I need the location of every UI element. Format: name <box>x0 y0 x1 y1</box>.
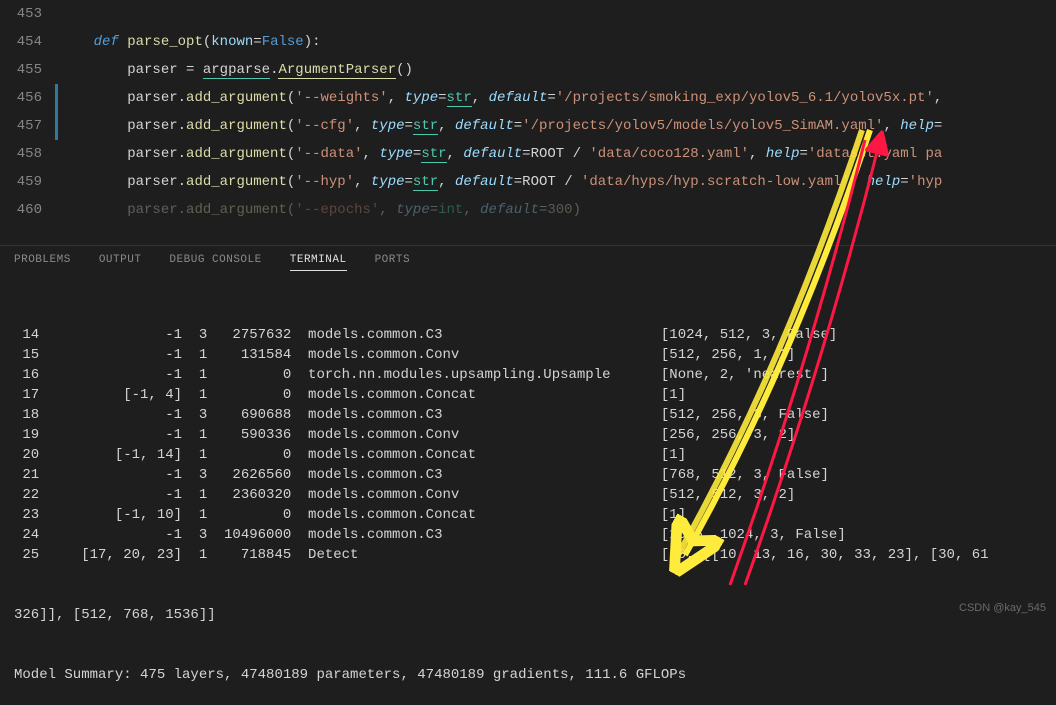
terminal-row: 17 [-1, 4] 1 0 models.common.Concat [1] <box>14 385 1042 405</box>
line-number: 458 <box>0 140 60 168</box>
code-line[interactable]: 459 parser.add_argument('--hyp', type=st… <box>0 168 1056 196</box>
line-number: 459 <box>0 168 60 196</box>
terminal-row: 22 -1 1 2360320 models.common.Conv [512,… <box>14 485 1042 505</box>
code-line[interactable]: 457 parser.add_argument('--cfg', type=st… <box>0 112 1056 140</box>
line-number: 455 <box>0 56 60 84</box>
line-number: 456 <box>0 84 60 112</box>
code-content: def parse_opt(known=False): <box>60 28 1056 56</box>
line-number: 460 <box>0 196 60 224</box>
terminal-row: 18 -1 3 690688 models.common.C3 [512, 25… <box>14 405 1042 425</box>
code-content: parser.add_argument('--epochs', type=int… <box>60 196 1056 224</box>
code-line[interactable]: 454 def parse_opt(known=False): <box>0 28 1056 56</box>
panel-tab-terminal[interactable]: TERMINAL <box>290 254 347 271</box>
line-number: 457 <box>0 112 60 140</box>
terminal-row: 23 [-1, 10] 1 0 models.common.Concat [1] <box>14 505 1042 525</box>
code-content <box>60 0 1056 28</box>
terminal-line: 326]], [512, 768, 1536]] <box>14 605 1042 625</box>
panel-tab-debug-console[interactable]: DEBUG CONSOLE <box>169 254 261 271</box>
terminal-row: 16 -1 1 0 torch.nn.modules.upsampling.Up… <box>14 365 1042 385</box>
terminal-row: 25 [17, 20, 23] 1 718845 Detect [80, [[1… <box>14 545 1042 565</box>
panel-tab-output[interactable]: OUTPUT <box>99 254 142 271</box>
terminal-output[interactable]: 14 -1 3 2757632 models.common.C3 [1024, … <box>0 279 1056 705</box>
code-line[interactable]: 453 <box>0 0 1056 28</box>
terminal-row: 19 -1 1 590336 models.common.Conv [256, … <box>14 425 1042 445</box>
code-line[interactable]: 456 parser.add_argument('--weights', typ… <box>0 84 1056 112</box>
code-content: parser.add_argument('--cfg', type=str, d… <box>60 112 1056 140</box>
panel-tab-problems[interactable]: PROBLEMS <box>14 254 71 271</box>
line-number: 454 <box>0 28 60 56</box>
terminal-row: 14 -1 3 2757632 models.common.C3 [1024, … <box>14 325 1042 345</box>
line-number: 453 <box>0 0 60 28</box>
panel-tabbar: PROBLEMS OUTPUT DEBUG CONSOLE TERMINAL PORTS <box>0 245 1056 279</box>
terminal-row: 15 -1 1 131584 models.common.Conv [512, … <box>14 345 1042 365</box>
terminal-row: 21 -1 3 2626560 models.common.C3 [768, 5… <box>14 465 1042 485</box>
terminal-row: 24 -1 3 10496000 models.common.C3 [1536,… <box>14 525 1042 545</box>
watermark: CSDN @kay_545 <box>959 602 1046 614</box>
code-line[interactable]: 458 parser.add_argument('--data', type=s… <box>0 140 1056 168</box>
code-content: parser.add_argument('--weights', type=st… <box>60 84 1056 112</box>
code-line[interactable]: 455 parser = argparse.ArgumentParser() <box>0 56 1056 84</box>
code-editor[interactable]: 453454 def parse_opt(known=False):455 pa… <box>0 0 1056 245</box>
terminal-summary: Model Summary: 475 layers, 47480189 para… <box>14 665 1042 685</box>
code-content: parser.add_argument('--hyp', type=str, d… <box>60 168 1056 196</box>
code-line[interactable]: 460 parser.add_argument('--epochs', type… <box>0 196 1056 224</box>
terminal-row: 20 [-1, 14] 1 0 models.common.Concat [1] <box>14 445 1042 465</box>
panel-tab-ports[interactable]: PORTS <box>375 254 411 271</box>
code-content: parser = argparse.ArgumentParser() <box>60 56 1056 84</box>
code-content: parser.add_argument('--data', type=str, … <box>60 140 1056 168</box>
